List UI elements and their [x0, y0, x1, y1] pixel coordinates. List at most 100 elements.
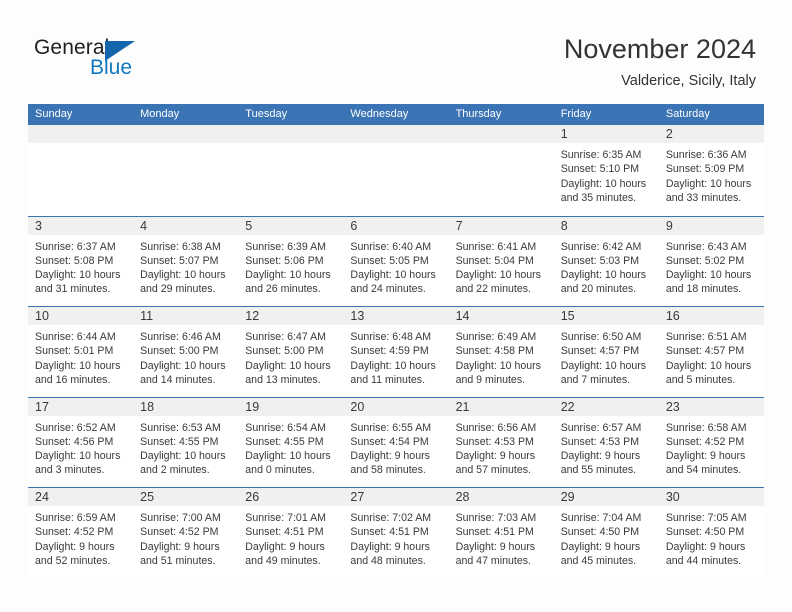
day-detail-line: and 35 minutes. [560, 191, 637, 204]
day-number: 19 [245, 399, 260, 414]
day-detail-line: Sunset: 4:55 PM [140, 435, 219, 448]
calendar-day-cell[interactable]: 6 Sunrise: 6:40 AM Sunset: 5:05 PM Daylight… [343, 216, 449, 307]
day-detail-body: Sunrise: 6:57 AM Sunset: 4:53 PM Daylight:… [554, 416, 659, 478]
calendar-week-row: 24 Sunrise: 6:59 AM Sunset: 4:52 PM Dayligh… [28, 487, 764, 578]
day-detail-line: Daylight: 10 hours [665, 359, 752, 372]
day-detail-line: Sunrise: 6:37 AM [35, 240, 116, 253]
calendar-day-cell[interactable]: 9 Sunrise: 6:43 AM Sunset: 5:02 PM Daylight… [658, 216, 764, 307]
day-detail-line: and 51 minutes. [140, 554, 216, 567]
day-detail-line: Sunset: 4:53 PM [455, 435, 534, 448]
weekday-header-row: Sunday Monday Tuesday Wednesday Thursday Frid… [28, 104, 764, 125]
calendar-day-cell[interactable]: 17 Sunrise: 6:52 AM Sunset: 4:56 PM Dayligh… [28, 397, 134, 488]
day-detail-line: Sunrise: 6:51 AM [665, 331, 747, 343]
day-number: 20 [350, 399, 365, 414]
day-detail-line: Daylight: 9 hours [455, 450, 536, 463]
calendar-day-cell[interactable]: 14 Sunrise: 6:49 AM Sunset: 4:58 PM Dayligh… [448, 307, 554, 397]
day-detail-line: Daylight: 10 hours [245, 359, 331, 372]
calendar-day-cell[interactable]: 18 Sunrise: 6:53 AM Sunset: 4:55 PM Dayligh… [133, 397, 239, 488]
day-detail-body: Sunrise: 6:52 AM Sunset: 4:56 PM Daylight:… [28, 416, 133, 478]
day-detail-line: Sunset: 4:50 PM [560, 526, 640, 539]
day-detail-body: Sunrise: 6:47 AM Sunset: 5:00 PM Daylight:… [238, 325, 343, 387]
general-blue-logo[interactable]: General Blue [34, 36, 214, 86]
day-number-band [238, 125, 344, 143]
day-number-band: 11 [133, 307, 239, 325]
calendar-day-cell[interactable]: 3 Sunrise: 6:37 AM Sunset: 5:08 PM Daylight… [28, 216, 134, 307]
day-detail-line: Sunrise: 6:38 AM [140, 240, 221, 253]
day-detail-line: Sunset: 4:59 PM [350, 345, 429, 358]
weekday-header-friday: Friday [560, 108, 592, 120]
calendar-day-cell[interactable]: 23 Sunrise: 6:58 AM Sunset: 4:52 PM Dayligh… [658, 397, 764, 488]
day-number-band: 14 [448, 307, 554, 325]
day-number-band: 8 [553, 216, 659, 235]
calendar-day-cell[interactable]: 21 Sunrise: 6:56 AM Sunset: 4:53 PM Dayligh… [448, 397, 554, 488]
calendar-day-cell[interactable]: 29 Sunrise: 7:04 AM Sunset: 4:50 PM Dayligh… [553, 488, 659, 578]
day-detail-line: Sunset: 5:10 PM [560, 163, 640, 176]
calendar-day-cell-empty [238, 125, 344, 216]
day-detail-body: Sunrise: 6:56 AM Sunset: 4:53 PM Daylight:… [449, 416, 554, 478]
day-number-band: 13 [343, 307, 449, 325]
calendar-day-cell[interactable]: 13 Sunrise: 6:48 AM Sunset: 4:59 PM Dayligh… [343, 307, 449, 397]
calendar-day-cell[interactable]: 16 Sunrise: 6:51 AM Sunset: 4:57 PM Dayligh… [658, 307, 764, 397]
day-number: 9 [665, 218, 673, 233]
day-detail-line: Sunrise: 6:39 AM [245, 240, 326, 253]
day-detail-line: Sunrise: 6:40 AM [350, 240, 432, 253]
day-number-band: 9 [658, 216, 764, 235]
day-number: 13 [350, 309, 365, 323]
calendar-day-cell[interactable]: 22 Sunrise: 6:57 AM Sunset: 4:53 PM Dayligh… [553, 397, 659, 488]
calendar-day-cell[interactable]: 5 Sunrise: 6:39 AM Sunset: 5:06 PM Daylight… [238, 216, 344, 307]
day-detail-line: Sunset: 4:51 PM [455, 526, 534, 539]
day-detail-line: Sunrise: 6:49 AM [455, 331, 537, 343]
calendar-day-cell[interactable]: 8 Sunrise: 6:42 AM Sunset: 5:03 PM Daylight… [553, 216, 659, 307]
calendar-day-cell[interactable]: 26 Sunrise: 7:01 AM Sunset: 4:51 PM Dayligh… [238, 488, 344, 578]
calendar-day-cell[interactable]: 7 Sunrise: 6:41 AM Sunset: 5:04 PM Daylight… [448, 216, 554, 307]
day-detail-body: Sunrise: 6:42 AM Sunset: 5:03 PM Daylight:… [554, 235, 659, 297]
day-detail-line: Sunset: 4:50 PM [665, 526, 745, 539]
calendar-day-cell[interactable]: 25 Sunrise: 7:00 AM Sunset: 4:52 PM Dayligh… [133, 488, 239, 578]
calendar-day-cell[interactable]: 28 Sunrise: 7:03 AM Sunset: 4:51 PM Dayligh… [448, 488, 554, 578]
day-detail-line: Daylight: 9 hours [350, 450, 430, 463]
day-number: 28 [455, 490, 470, 504]
day-detail-line: Daylight: 9 hours [665, 450, 746, 463]
day-detail-line: and 24 minutes. [350, 283, 426, 296]
day-detail-body [28, 143, 133, 148]
day-detail-line: Daylight: 10 hours [245, 269, 331, 282]
calendar-week-row: 3 Sunrise: 6:37 AM Sunset: 5:08 PM Daylight… [28, 215, 764, 307]
day-detail-line: Sunset: 4:55 PM [245, 435, 324, 448]
day-number-band: 16 [658, 307, 764, 325]
calendar-day-cell[interactable]: 10 Sunrise: 6:44 AM Sunset: 5:01 PM Dayligh… [28, 307, 134, 397]
calendar-day-cell[interactable]: 24 Sunrise: 6:59 AM Sunset: 4:52 PM Dayligh… [28, 488, 134, 578]
calendar-day-cell[interactable]: 2 Sunrise: 6:36 AM Sunset: 5:09 PM Daylight… [658, 125, 764, 216]
day-detail-line: and 20 minutes. [560, 283, 637, 296]
day-detail-line: Daylight: 10 hours [35, 450, 121, 463]
calendar-day-cell[interactable]: 11 Sunrise: 6:46 AM Sunset: 5:00 PM Dayligh… [133, 307, 239, 397]
day-number-band: 28 [448, 488, 554, 506]
calendar-day-cell[interactable]: 27 Sunrise: 7:02 AM Sunset: 4:51 PM Dayligh… [343, 488, 449, 578]
day-number: 7 [455, 218, 463, 233]
day-detail-line: Sunrise: 7:03 AM [455, 512, 537, 524]
calendar-day-cell[interactable]: 20 Sunrise: 6:55 AM Sunset: 4:54 PM Dayligh… [343, 397, 449, 488]
day-detail-body: Sunrise: 6:41 AM Sunset: 5:04 PM Daylight:… [449, 235, 554, 297]
page-title: November 2024 [563, 34, 756, 64]
calendar-day-cell[interactable]: 19 Sunrise: 6:54 AM Sunset: 4:55 PM Dayligh… [238, 397, 344, 488]
calendar-day-cell[interactable]: 1 Sunrise: 6:35 AM Sunset: 5:10 PM Daylight… [553, 125, 659, 216]
day-detail-line: and 58 minutes. [350, 464, 426, 477]
day-detail-line: Daylight: 9 hours [665, 540, 746, 553]
calendar-week-row: 17 Sunrise: 6:52 AM Sunset: 4:56 PM Dayligh… [28, 396, 764, 488]
day-number-band: 2 [658, 125, 764, 143]
day-detail-line: and 44 minutes. [665, 554, 742, 567]
day-detail-line: Sunrise: 6:54 AM [245, 421, 326, 434]
day-detail-line: Sunrise: 6:59 AM [35, 512, 116, 524]
day-detail-line: and 0 minutes. [245, 464, 315, 477]
calendar-day-cell[interactable]: 12 Sunrise: 6:47 AM Sunset: 5:00 PM Dayligh… [238, 307, 344, 397]
day-number-band [133, 125, 239, 143]
day-number: 22 [560, 399, 575, 414]
weekday-header-thursday: Thursday [455, 108, 502, 120]
day-number: 11 [140, 309, 154, 323]
day-detail-line: Sunrise: 6:35 AM [560, 149, 642, 161]
day-detail-line: Sunset: 5:00 PM [140, 345, 219, 358]
day-detail-line: and 29 minutes. [140, 283, 216, 296]
calendar-day-cell[interactable]: 30 Sunrise: 7:05 AM Sunset: 4:50 PM Dayligh… [658, 488, 764, 578]
calendar-day-cell[interactable]: 15 Sunrise: 6:50 AM Sunset: 4:57 PM Dayligh… [553, 307, 659, 397]
day-detail-line: Daylight: 10 hours [455, 359, 541, 372]
calendar-day-cell[interactable]: 4 Sunrise: 6:38 AM Sunset: 5:07 PM Daylight… [133, 216, 239, 307]
